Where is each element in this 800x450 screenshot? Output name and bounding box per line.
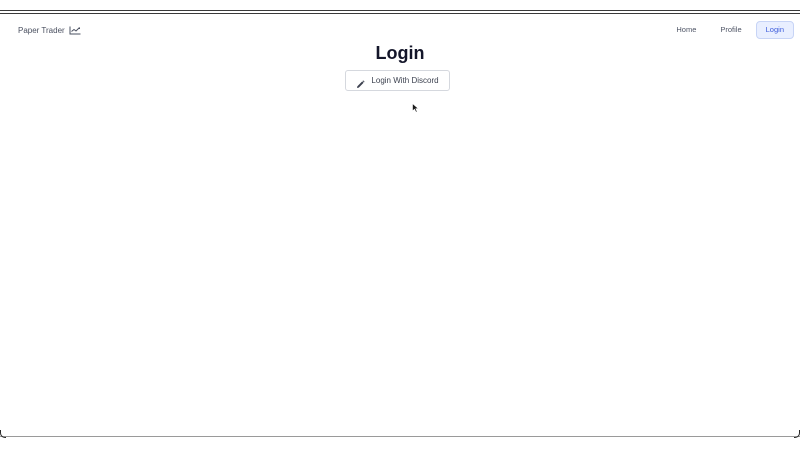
brand-name: Paper Trader bbox=[18, 25, 65, 35]
window-top-border bbox=[0, 10, 800, 14]
nav-home[interactable]: Home bbox=[666, 21, 706, 39]
page-title: Login bbox=[375, 43, 425, 63]
brand[interactable]: Paper Trader bbox=[18, 22, 81, 38]
window-corner-left bbox=[0, 430, 6, 438]
login-with-discord-button[interactable]: Login With Discord bbox=[345, 70, 450, 91]
login-with-discord-label: Login With Discord bbox=[371, 76, 439, 85]
window-bottom-border bbox=[0, 436, 800, 437]
mouse-cursor-icon bbox=[412, 100, 420, 113]
chart-icon bbox=[69, 26, 81, 35]
nav-profile[interactable]: Profile bbox=[710, 21, 751, 39]
pencil-icon bbox=[356, 76, 366, 88]
nav-login[interactable]: Login bbox=[755, 21, 794, 39]
browser-viewport: Paper Trader Home Profile Login Login Lo… bbox=[0, 0, 800, 450]
top-nav: Home Profile Login bbox=[666, 21, 794, 39]
